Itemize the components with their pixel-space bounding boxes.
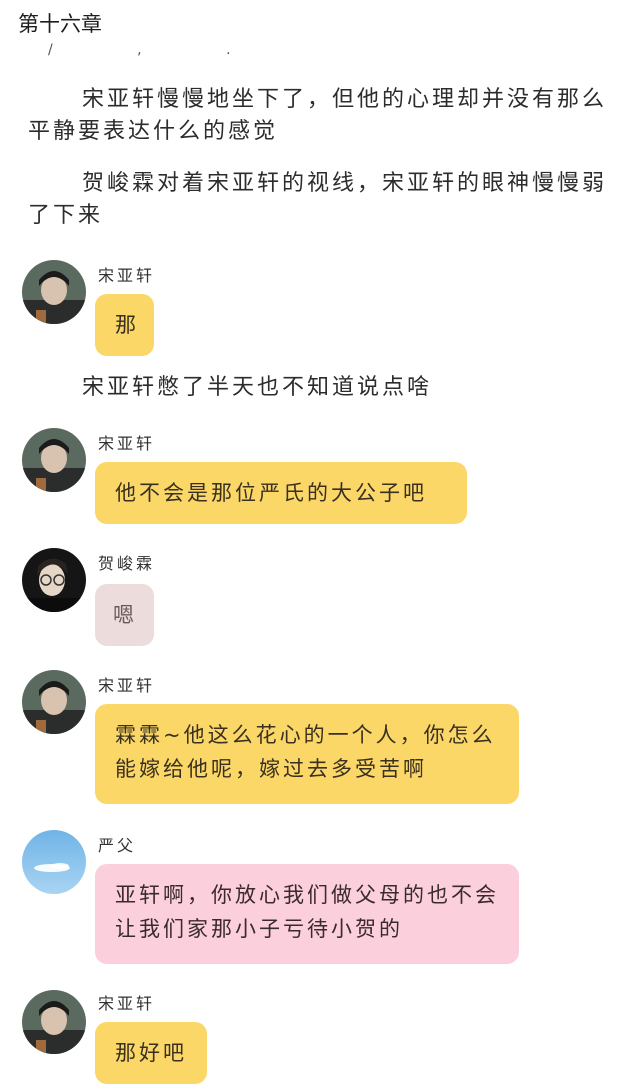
boy-avatar[interactable] — [22, 428, 86, 492]
message-bubble[interactable]: 霖霖~他这么花心的一个人，你怎么能嫁给他呢，嫁过去多受苦啊 — [95, 704, 519, 804]
message-bubble[interactable]: 那 — [95, 294, 154, 356]
chapter-title: 第十六章 — [18, 12, 102, 36]
speaker-name: 宋亚轩 — [98, 434, 156, 453]
message-bubble[interactable]: 那好吧 — [95, 1022, 207, 1084]
chat-story-page: 第十六章 / , . 宋亚轩慢慢地坐下了，但他的心理却并没有那么平静要表达什么的… — [0, 0, 640, 1092]
boy-avatar[interactable] — [22, 990, 86, 1054]
cropped-text-fragment: / , . — [48, 42, 271, 58]
glasses-boy-avatar[interactable] — [22, 548, 86, 612]
speaker-name: 宋亚轩 — [98, 266, 156, 285]
sky-cloud-avatar[interactable] — [22, 830, 86, 894]
speaker-name: 贺峻霖 — [98, 554, 156, 573]
narration-paragraph: 宋亚轩慢慢地坐下了，但他的心理却并没有那么平静要表达什么的感觉 — [28, 87, 608, 144]
boy-avatar[interactable] — [22, 670, 86, 734]
narration-paragraph: 贺峻霖对着宋亚轩的视线，宋亚轩的眼神慢慢弱了下来 — [28, 171, 608, 228]
speaker-name: 宋亚轩 — [98, 994, 156, 1013]
message-bubble[interactable]: 他不会是那位严氏的大公子吧 — [95, 462, 467, 524]
message-bubble[interactable]: 亚轩啊，你放心我们做父母的也不会让我们家那小子亏待小贺的 — [95, 864, 519, 964]
message-bubble[interactable]: 嗯 — [95, 584, 154, 646]
speaker-name: 严父 — [98, 836, 137, 855]
narration-paragraph: 宋亚轩憋了半天也不知道说点啥 — [82, 375, 433, 400]
boy-avatar[interactable] — [22, 260, 86, 324]
speaker-name: 宋亚轩 — [98, 676, 156, 695]
